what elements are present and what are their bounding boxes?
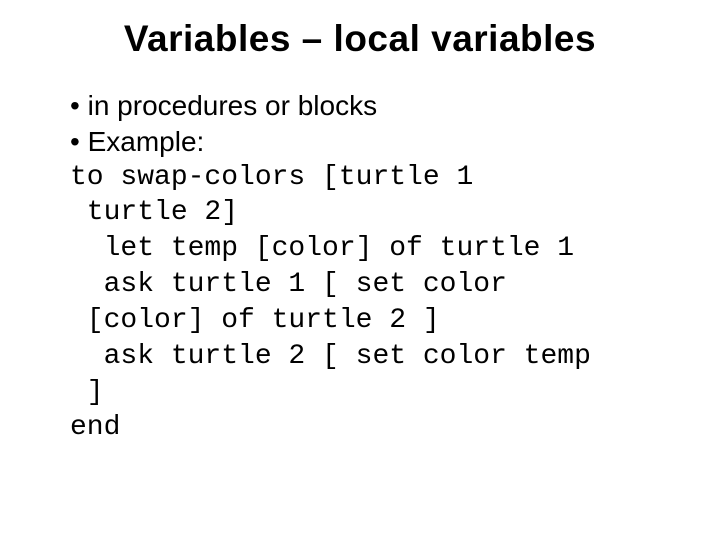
bullet-item: in procedures or blocks [70, 88, 650, 124]
code-line: ask turtle 2 [ set color temp [70, 341, 591, 372]
code-line: let temp [color] of turtle 1 [70, 233, 574, 264]
code-line: end [70, 412, 120, 443]
slide-content: in procedures or blocks Example: to swap… [0, 88, 720, 446]
code-line: ask turtle 1 [ set color [70, 269, 507, 300]
slide-title: Variables – local variables [0, 18, 720, 60]
code-line: to swap-colors [turtle 1 [70, 162, 473, 193]
code-line: turtle 2] [70, 197, 238, 228]
code-line: ] [70, 377, 104, 408]
code-block: to swap-colors [turtle 1 turtle 2] let t… [70, 160, 650, 447]
bullet-item: Example: [70, 124, 650, 160]
code-line: [color] of turtle 2 ] [70, 305, 440, 336]
